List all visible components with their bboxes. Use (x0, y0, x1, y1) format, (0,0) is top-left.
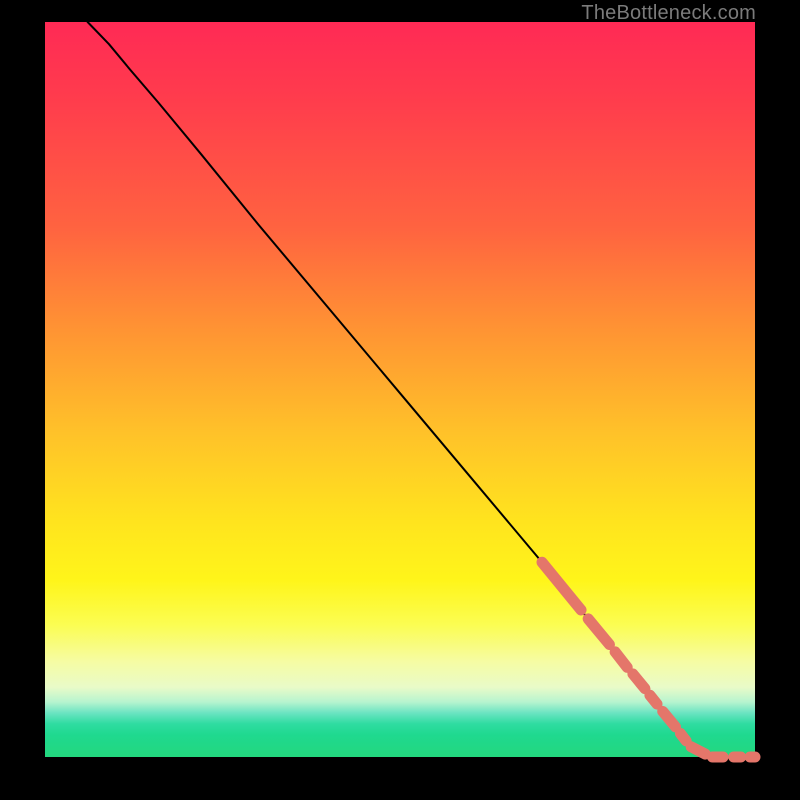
chart-stage: TheBottleneck.com (0, 0, 800, 800)
bottleneck-curve (88, 22, 755, 757)
plot-area (45, 22, 755, 757)
watermark-text: TheBottleneck.com (581, 2, 756, 25)
marker-segment (633, 674, 645, 689)
marker-segment (680, 733, 686, 740)
marker-segment (542, 562, 581, 610)
marker-segment (663, 711, 676, 726)
marker-segment (588, 619, 609, 645)
chart-svg (45, 22, 755, 757)
marker-segment (691, 747, 705, 754)
marker-segments (542, 562, 755, 757)
marker-segment (650, 695, 657, 704)
marker-segment (615, 652, 627, 667)
